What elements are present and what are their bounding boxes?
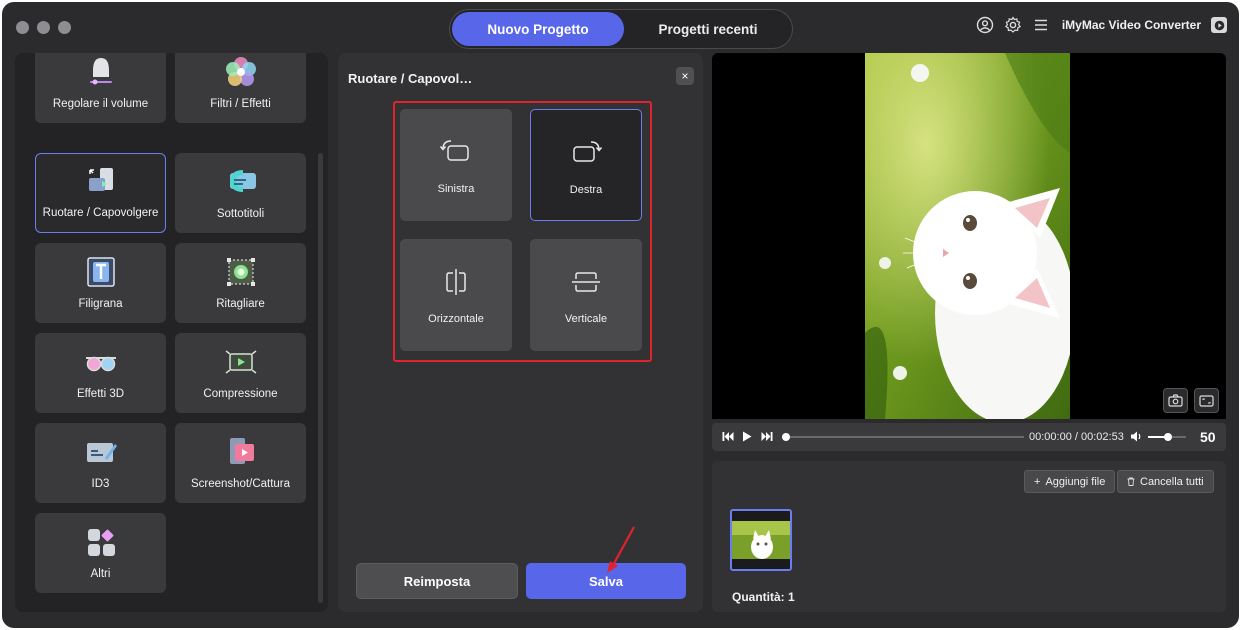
file-quantity: Quantità: 1 xyxy=(732,590,795,604)
rotate-flip-panel: Ruotare / Capovol… × Sinistra Destra Ori… xyxy=(338,53,703,612)
tool-others[interactable]: Altri xyxy=(35,513,166,593)
volume-bell-icon xyxy=(89,58,112,85)
3d-glasses-icon xyxy=(85,356,116,372)
account-icon[interactable] xyxy=(976,16,994,34)
tool-id3[interactable]: ID3 xyxy=(35,423,166,503)
plus-icon: + xyxy=(1034,475,1041,488)
tool-label: Filigrana xyxy=(78,298,123,310)
option-label: Verticale xyxy=(564,313,608,325)
seek-handle[interactable] xyxy=(782,433,790,441)
tool-adjust-volume[interactable]: Regolare il volume xyxy=(35,53,166,123)
tool-label: Ruotare / Capovolgere xyxy=(42,207,159,219)
volume-icon[interactable] xyxy=(1130,430,1142,443)
tool-watermark[interactable]: Filigrana xyxy=(35,243,166,323)
close-panel-button[interactable]: × xyxy=(676,67,694,85)
tool-label: Altri xyxy=(90,568,111,580)
id3-icon xyxy=(86,443,117,462)
tool-compression[interactable]: Compressione xyxy=(175,333,306,413)
tool-label: Ritagliare xyxy=(216,298,265,310)
add-file-button[interactable]: + Aggiungi file xyxy=(1024,470,1116,493)
fullscreen-icon xyxy=(1199,394,1214,407)
rotate-icon xyxy=(88,168,113,191)
fullscreen-button[interactable] xyxy=(1194,388,1219,413)
tool-rotate-flip[interactable]: Ruotare / Capovolgere xyxy=(35,153,166,233)
top-right-toolbar: iMyMac Video Converter xyxy=(976,16,1227,34)
tools-panel: Regolare il volume Filtri / Effetti Ruot… xyxy=(15,53,328,612)
thumbnail-image xyxy=(732,511,790,569)
tool-subtitles[interactable]: Sottotitoli xyxy=(175,153,306,233)
crop-icon xyxy=(226,258,255,286)
tool-label: Sottotitoli xyxy=(216,208,265,220)
trash-icon xyxy=(1127,477,1135,486)
rotate-right-icon xyxy=(573,141,603,162)
brand-logo-icon xyxy=(1211,17,1227,33)
file-list-panel: + Aggiungi file Cancella tutti Quantità:… xyxy=(712,461,1226,612)
video-thumbnail[interactable] xyxy=(730,509,792,571)
seek-bar[interactable] xyxy=(786,436,1024,438)
close-window-button[interactable] xyxy=(16,21,29,34)
app-window: Nuovo Progetto Progetti recenti iMyMac V… xyxy=(2,2,1239,628)
tool-screenshot[interactable]: Screenshot/Cattura xyxy=(175,423,306,503)
player-controls: 00:00:00 / 00:02:53 50 xyxy=(712,423,1226,451)
more-icon xyxy=(87,529,115,556)
add-file-label: Aggiungi file xyxy=(1045,475,1106,488)
volume-handle[interactable] xyxy=(1164,433,1172,441)
play-icon[interactable] xyxy=(742,431,752,442)
minimize-window-button[interactable] xyxy=(37,21,50,34)
tools-scrollbar[interactable] xyxy=(318,153,323,603)
tab-recent-projects[interactable]: Progetti recenti xyxy=(626,12,790,46)
tool-label: Screenshot/Cattura xyxy=(190,478,291,490)
window-controls xyxy=(16,21,71,34)
project-tabs: Nuovo Progetto Progetti recenti xyxy=(449,9,793,49)
compression-icon xyxy=(225,350,256,374)
tool-label: Regolare il volume xyxy=(52,98,149,110)
tool-filters-effects[interactable]: Filtri / Effetti xyxy=(175,53,306,123)
volume-value: 50 xyxy=(1200,429,1216,445)
app-brand-name: iMyMac Video Converter xyxy=(1061,18,1201,32)
option-label: Sinistra xyxy=(437,183,475,195)
tool-3d-effects[interactable]: Effetti 3D xyxy=(35,333,166,413)
annotation-arrow-icon xyxy=(607,526,635,573)
clear-all-button[interactable]: Cancella tutti xyxy=(1117,470,1214,493)
skip-forward-icon[interactable] xyxy=(761,431,773,442)
flip-horizontal-button[interactable]: Orizzontale xyxy=(400,239,512,351)
video-preview[interactable] xyxy=(712,53,1226,419)
camera-icon xyxy=(1168,394,1183,407)
zoom-window-button[interactable] xyxy=(58,21,71,34)
gear-icon[interactable] xyxy=(1004,16,1022,34)
filters-icon xyxy=(225,57,256,86)
rotate-right-button[interactable]: Destra xyxy=(530,109,642,221)
watermark-icon xyxy=(86,257,115,287)
rotate-left-button[interactable]: Sinistra xyxy=(400,109,512,221)
close-icon: × xyxy=(681,69,689,83)
tool-label: ID3 xyxy=(91,478,110,490)
flip-vertical-button[interactable]: Verticale xyxy=(530,239,642,351)
tool-label: Effetti 3D xyxy=(76,388,125,400)
menu-icon[interactable] xyxy=(1032,16,1050,34)
subtitles-icon xyxy=(229,170,256,192)
tab-new-project[interactable]: Nuovo Progetto xyxy=(452,12,624,46)
rotate-left-icon xyxy=(439,140,469,161)
clear-all-label: Cancella tutti xyxy=(1140,475,1204,488)
reset-button[interactable]: Reimposta xyxy=(356,563,518,599)
option-label: Destra xyxy=(569,184,603,196)
flip-horizontal-icon xyxy=(446,269,466,295)
skip-back-icon[interactable] xyxy=(722,431,734,442)
panel-title: Ruotare / Capovol… xyxy=(348,71,473,86)
option-label: Orizzontale xyxy=(428,313,484,325)
time-readout: 00:00:00 / 00:02:53 xyxy=(1029,431,1124,443)
screenshot-icon xyxy=(229,438,254,464)
tool-label: Filtri / Effetti xyxy=(210,98,271,110)
tool-label: Compressione xyxy=(203,388,278,400)
video-frame-image xyxy=(865,53,1070,419)
flip-vertical-icon xyxy=(572,272,600,292)
tool-crop[interactable]: Ritagliare xyxy=(175,243,306,323)
snapshot-button[interactable] xyxy=(1163,388,1188,413)
